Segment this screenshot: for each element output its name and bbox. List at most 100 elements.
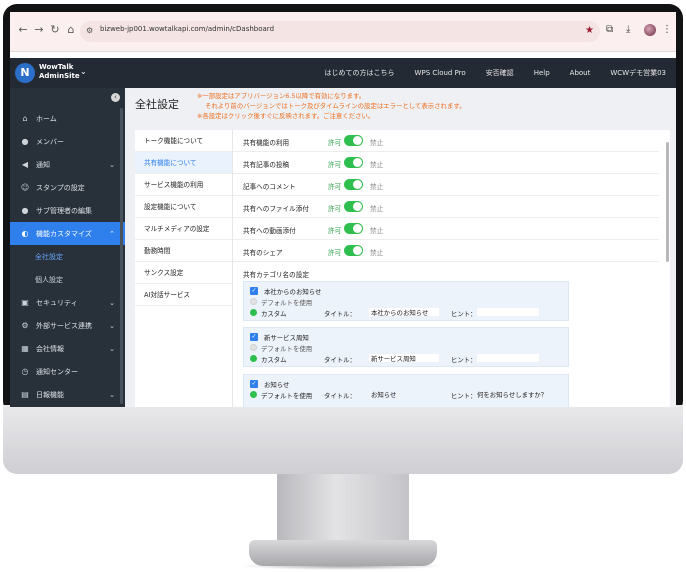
chevron-down-icon: ⌄ [109, 390, 115, 399]
monitor-frame: ← → ↻ ⌂ ⚙ bizweb-jp001.wowtalkapi.com/ad… [0, 0, 686, 572]
default-option-label: デフォルトを使用 [261, 391, 313, 400]
allow-toggle[interactable] [344, 157, 363, 168]
notice-text: ※一部設定はアプリバージョン6.5以降で有効になります。 それより前のバージョン… [197, 91, 465, 121]
logo-text[interactable]: WowTalk AdminSite [39, 63, 80, 81]
sharing-settings: 共有機能の利用 許可 禁止 共有記事の投稿 許可 禁止 記事へのコメント 許可 [233, 130, 659, 407]
url-text: bizweb-jp001.wowtalkapi.com/admin/cDashb… [100, 25, 275, 33]
setting-label: 共有機能の利用 [243, 139, 290, 147]
deny-label: 禁止 [370, 161, 384, 169]
subnav-work-hours[interactable]: 勤務時間 [135, 240, 232, 262]
custom-option-label: カスタム [261, 355, 287, 364]
title-input[interactable]: 本社からのお知らせ [369, 308, 439, 316]
setting-row-use-sharing: 共有機能の利用 許可 禁止 [233, 130, 659, 152]
header-link-wps[interactable]: WPS Cloud Pro [405, 69, 476, 77]
sidebar-item-label: サブ管理者の編集 [36, 206, 92, 215]
header-link-help[interactable]: Help [524, 69, 560, 77]
category-header: ✓ 新サービス周知 [244, 331, 568, 342]
sidebar-item-daily-report[interactable]: ▤ 日報機能 ⌄ [10, 383, 125, 406]
header-link-beginner[interactable]: はじめての方はこちら [315, 68, 405, 78]
site-settings-icon[interactable]: ⚙ [86, 26, 93, 35]
title-input[interactable]: 新サービス周知 [369, 354, 439, 362]
gear-icon: ⚙ [21, 321, 29, 330]
sidebar-item-home[interactable]: ⌂ ホーム [10, 107, 125, 130]
browser-menu-icon[interactable]: ⋮ [662, 24, 672, 35]
back-arrow-icon[interactable]: ← [16, 23, 30, 37]
sidebar: ‹ ⌂ ホーム ● メンバー ◀ 通知 ⌄ ☺ スタンプの設定 ● サブ管理者の… [10, 88, 125, 407]
sidebar-item-label: 会社情報 [36, 344, 64, 353]
title-value: お知らせ [371, 391, 397, 398]
sidebar-item-label: 個人設定 [35, 275, 63, 284]
subnav-thanks[interactable]: サンクス設定 [135, 262, 232, 284]
subnav-settings[interactable]: 設定機能について [135, 196, 232, 218]
sidebar-item-company-info[interactable]: ▦ 会社情報 ⌄ [10, 337, 125, 360]
home-icon: ⌂ [22, 114, 28, 123]
default-radio[interactable] [250, 298, 257, 305]
download-icon[interactable]: ⤓ [626, 24, 630, 35]
sidebar-item-label: ホーム [36, 114, 57, 123]
reload-icon[interactable]: ↻ [48, 23, 62, 37]
subnav-multimedia[interactable]: マルチメディアの設定 [135, 218, 232, 240]
custom-option-label: カスタム [261, 309, 287, 318]
panel-scrollbar[interactable] [666, 142, 669, 262]
custom-radio[interactable] [250, 355, 257, 362]
custom-radio[interactable] [250, 309, 257, 316]
allow-toggle[interactable] [344, 223, 363, 234]
category-checkbox[interactable]: ✓ [250, 287, 258, 295]
app-header: N WowTalk AdminSite ⌄ はじめての方はこちら WPS Clo… [10, 58, 676, 88]
default-option-row: デフォルトを使用 [244, 342, 568, 353]
setting-row-comment: 記事へのコメント 許可 禁止 [233, 174, 659, 196]
title-label: タイトル： [324, 309, 356, 318]
collapse-sidebar-icon[interactable]: ‹ [111, 93, 120, 102]
sidebar-item-notification-center[interactable]: ◷ 通知センター [10, 360, 125, 383]
header-link-account[interactable]: WCWデモ営業03 [600, 68, 676, 78]
category-card: ✓ お知らせ デフォルトを使用 タイトル： お知らせ ヒント： 何をお知らせしま… [243, 374, 569, 407]
address-bar[interactable]: ⚙ bizweb-jp001.wowtalkapi.com/admin/cDas… [80, 21, 600, 42]
sidebar-item-integrations[interactable]: ⚙ 外部サービス連携 ⌄ [10, 314, 125, 337]
building-icon: ▦ [21, 344, 29, 353]
sidebar-item-customize[interactable]: ◐ 機能カスタマイズ ⌃ [10, 222, 125, 245]
allow-label: 許可 [328, 205, 342, 213]
lock-icon: ▣ [21, 298, 29, 307]
sidebar-item-notice[interactable]: ◀ 通知 ⌄ [10, 153, 125, 176]
home-browser-icon[interactable]: ⌂ [64, 23, 78, 37]
setting-row-video-attach: 共有への動画添付 許可 禁止 [233, 218, 659, 240]
header-link-about[interactable]: About [560, 69, 601, 77]
allow-label: 許可 [328, 183, 342, 191]
sidebar-item-stamps[interactable]: ☺ スタンプの設定 [10, 176, 125, 199]
allow-toggle[interactable] [344, 201, 363, 212]
profile-avatar[interactable] [644, 24, 656, 36]
category-checkbox[interactable]: ✓ [250, 333, 258, 341]
sidebar-item-members[interactable]: ● メンバー [10, 130, 125, 153]
hint-input[interactable] [477, 308, 539, 316]
subnav-talk[interactable]: トーク機能について [135, 130, 232, 152]
setting-label: 共有へのファイル添付 [243, 205, 309, 213]
megaphone-icon: ◀ [21, 160, 29, 169]
default-radio[interactable] [250, 344, 257, 351]
subnav-ai[interactable]: AI対話サービス [135, 284, 232, 306]
default-option-label: デフォルトを使用 [261, 344, 313, 353]
default-radio[interactable] [250, 391, 257, 398]
extensions-icon[interactable]: ⧉ [606, 24, 613, 35]
sidebar-item-label: セキュリティ [36, 298, 78, 307]
sidebar-item-label: 外部サービス連携 [36, 321, 92, 330]
sidebar-item-sub-admin[interactable]: ● サブ管理者の編集 [10, 199, 125, 222]
allow-toggle[interactable] [344, 179, 363, 190]
sidebar-subitem-personal[interactable]: 個人設定 [10, 268, 125, 291]
chevron-down-icon[interactable]: ⌄ [80, 67, 87, 76]
header-link-safety[interactable]: 安否確認 [476, 68, 524, 78]
chevron-down-icon: ⌄ [109, 298, 115, 307]
subnav-sharing[interactable]: 共有機能について [135, 152, 232, 174]
hint-input[interactable] [477, 354, 539, 362]
sidebar-subitem-company[interactable]: 全社設定 [10, 245, 125, 268]
allow-toggle[interactable] [344, 245, 363, 256]
report-icon: ▤ [21, 390, 29, 399]
bookmark-star-icon[interactable]: ★ [585, 25, 594, 36]
subnav-service[interactable]: サービス機能の利用 [135, 174, 232, 196]
page-title: 全社設定 [135, 98, 179, 111]
allow-toggle[interactable] [344, 135, 363, 146]
sidebar-item-security[interactable]: ▣ セキュリティ ⌄ [10, 291, 125, 314]
forward-arrow-icon[interactable]: → [32, 23, 46, 37]
sidebar-scrollbar[interactable] [120, 108, 123, 404]
category-checkbox[interactable]: ✓ [250, 380, 258, 388]
chevron-up-icon: ⌃ [109, 229, 115, 238]
